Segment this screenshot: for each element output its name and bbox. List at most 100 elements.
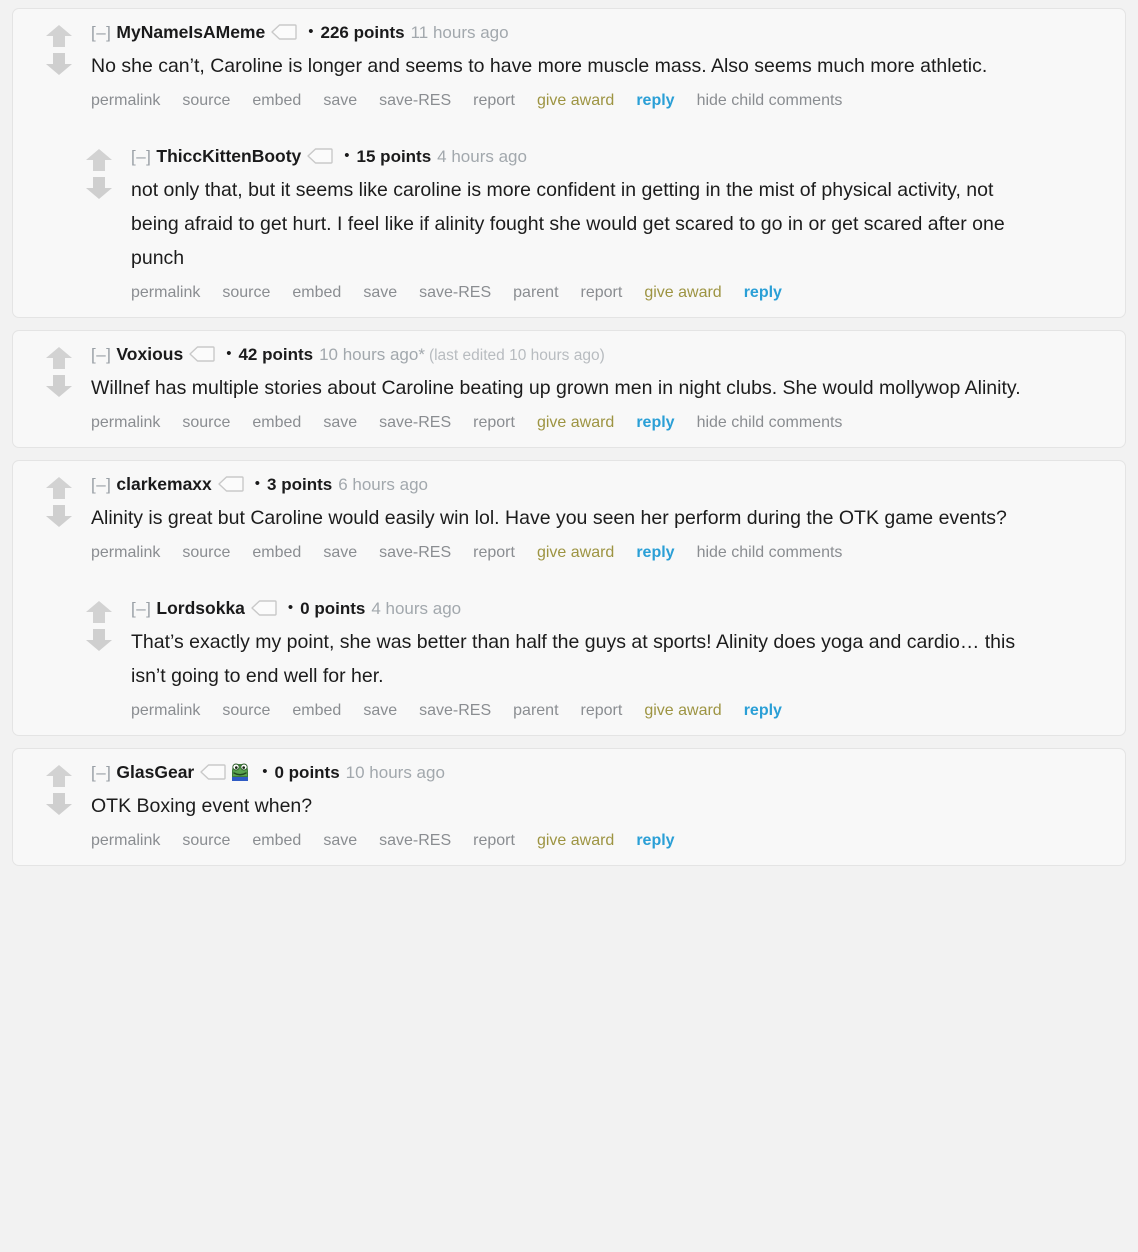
action-reply[interactable]: reply — [636, 414, 674, 431]
comment-actions: permalink source embed save save-RES report gi… — [91, 89, 1111, 113]
comment-body: OTK Boxing event when? — [91, 795, 313, 817]
action-permalink[interactable]: permalink — [91, 544, 160, 561]
comment-author[interactable]: ThiccKittenBooty — [156, 146, 301, 166]
user-tag-icon[interactable] — [271, 21, 297, 47]
upvote-arrow-icon[interactable] — [83, 598, 115, 626]
action-save[interactable]: save — [363, 284, 397, 301]
comment-edited-note: (last edited 10 hours ago) — [428, 347, 605, 364]
comment-thread: [–] MyNameIsAMeme • 226 points 11 hours ago N… — [0, 0, 1138, 866]
user-tag-icon[interactable] — [307, 145, 333, 171]
user-tag-icon[interactable] — [218, 473, 244, 499]
action-embed[interactable]: embed — [292, 284, 341, 301]
downvote-arrow-icon[interactable] — [43, 790, 75, 818]
comment-body: No she can’t, Caroline is longer and see… — [91, 55, 988, 77]
comment-author[interactable]: GlasGear — [116, 762, 194, 782]
comment-timestamp: 4 hours ago — [371, 599, 462, 618]
action-report[interactable]: report — [581, 702, 623, 719]
collapse-toggle[interactable]: [–] — [131, 147, 151, 166]
action-give-award[interactable]: give award — [537, 414, 614, 431]
downvote-arrow-icon[interactable] — [83, 626, 115, 654]
comment-author[interactable]: Voxious — [116, 344, 183, 364]
action-save[interactable]: save — [323, 414, 357, 431]
comment-score: 42 points — [238, 345, 314, 364]
comment-actions: permalink source embed save save-RES report gi… — [91, 411, 1111, 435]
action-source[interactable]: source — [182, 544, 230, 561]
upvote-arrow-icon[interactable] — [43, 22, 75, 50]
comment-actions: permalink source embed save save-RES report gi… — [91, 541, 1111, 565]
action-save-res[interactable]: save-RES — [379, 92, 451, 109]
action-parent[interactable]: parent — [513, 702, 558, 719]
action-reply[interactable]: reply — [636, 92, 674, 109]
action-give-award[interactable]: give award — [537, 92, 614, 109]
action-give-award[interactable]: give award — [537, 832, 614, 849]
action-hide-child-comments[interactable]: hide child comments — [697, 544, 843, 561]
action-permalink[interactable]: permalink — [131, 284, 200, 301]
action-embed[interactable]: embed — [252, 414, 301, 431]
action-permalink[interactable]: permalink — [91, 832, 160, 849]
action-report[interactable]: report — [473, 92, 515, 109]
action-reply[interactable]: reply — [744, 284, 782, 301]
action-hide-child-comments[interactable]: hide child comments — [697, 92, 843, 109]
comment-body: Willnef has multiple stories about Carol… — [91, 377, 1021, 399]
action-report[interactable]: report — [581, 284, 623, 301]
collapse-toggle[interactable]: [–] — [91, 763, 111, 782]
top-level-comment: [–] clarkemaxx • 3 points 6 hours ago Alinity… — [13, 471, 1125, 565]
action-embed[interactable]: embed — [252, 832, 301, 849]
user-tag-icon[interactable] — [200, 761, 226, 787]
collapse-toggle[interactable]: [–] — [91, 475, 111, 494]
collapse-toggle[interactable]: [–] — [131, 599, 151, 618]
action-save[interactable]: save — [323, 544, 357, 561]
action-reply[interactable]: reply — [636, 832, 674, 849]
action-save[interactable]: save — [323, 92, 357, 109]
comment-header: [–] MyNameIsAMeme • 226 points 11 hours ago — [91, 19, 1111, 47]
comment-author[interactable]: Lordsokka — [156, 598, 245, 618]
upvote-arrow-icon[interactable] — [43, 474, 75, 502]
action-save-res[interactable]: save-RES — [379, 414, 451, 431]
user-tag-icon[interactable] — [189, 343, 215, 369]
action-give-award[interactable]: give award — [644, 284, 721, 301]
action-save-res[interactable]: save-RES — [379, 544, 451, 561]
comment-timestamp: 10 hours ago — [345, 763, 445, 782]
downvote-arrow-icon[interactable] — [43, 50, 75, 78]
action-source[interactable]: source — [222, 702, 270, 719]
collapse-toggle[interactable]: [–] — [91, 23, 111, 42]
action-save-res[interactable]: save-RES — [419, 702, 491, 719]
comment-score: 3 points — [267, 475, 333, 494]
action-source[interactable]: source — [182, 414, 230, 431]
action-parent[interactable]: parent — [513, 284, 558, 301]
upvote-arrow-icon[interactable] — [43, 344, 75, 372]
action-reply[interactable]: reply — [636, 544, 674, 561]
action-report[interactable]: report — [473, 832, 515, 849]
downvote-arrow-icon[interactable] — [43, 502, 75, 530]
downvote-arrow-icon[interactable] — [43, 372, 75, 400]
action-source[interactable]: source — [182, 92, 230, 109]
top-level-comment: [–] MyNameIsAMeme • 226 points 11 hours ago N… — [13, 19, 1125, 113]
action-save[interactable]: save — [363, 702, 397, 719]
action-reply[interactable]: reply — [744, 702, 782, 719]
action-source[interactable]: source — [182, 832, 230, 849]
upvote-arrow-icon[interactable] — [43, 762, 75, 790]
collapse-toggle[interactable]: [–] — [91, 345, 111, 364]
action-give-award[interactable]: give award — [644, 702, 721, 719]
action-embed[interactable]: embed — [292, 702, 341, 719]
action-permalink[interactable]: permalink — [131, 702, 200, 719]
action-embed[interactable]: embed — [252, 544, 301, 561]
upvote-arrow-icon[interactable] — [83, 146, 115, 174]
downvote-arrow-icon[interactable] — [83, 174, 115, 202]
action-save-res[interactable]: save-RES — [379, 832, 451, 849]
action-embed[interactable]: embed — [252, 92, 301, 109]
action-report[interactable]: report — [473, 414, 515, 431]
comment-author[interactable]: MyNameIsAMeme — [116, 22, 265, 42]
action-give-award[interactable]: give award — [537, 544, 614, 561]
action-permalink[interactable]: permalink — [91, 414, 160, 431]
action-hide-child-comments[interactable]: hide child comments — [697, 414, 843, 431]
action-source[interactable]: source — [222, 284, 270, 301]
action-report[interactable]: report — [473, 544, 515, 561]
user-tag-icon[interactable] — [251, 597, 277, 623]
comment-author[interactable]: clarkemaxx — [116, 474, 211, 494]
action-permalink[interactable]: permalink — [91, 92, 160, 109]
action-save[interactable]: save — [323, 832, 357, 849]
bullet-separator: • — [344, 147, 350, 164]
action-save-res[interactable]: save-RES — [419, 284, 491, 301]
bullet-separator: • — [287, 599, 294, 616]
